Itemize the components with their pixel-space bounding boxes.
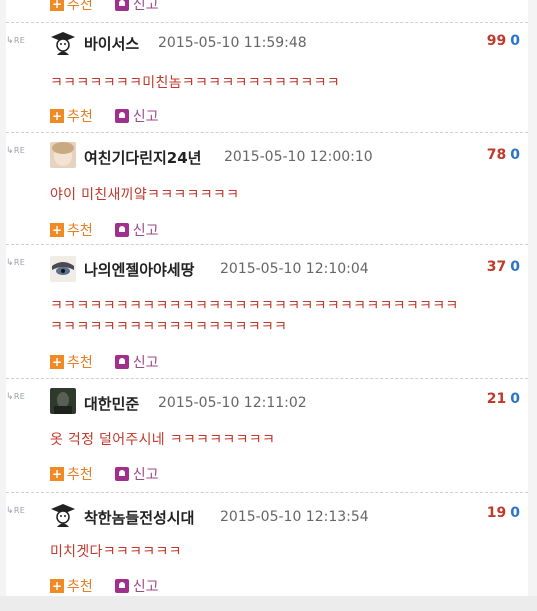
report-icon[interactable]	[114, 109, 129, 123]
recommend-button[interactable]: 추천	[67, 223, 93, 239]
dark-photo-avatar[interactable]	[50, 388, 76, 414]
downvote-count: 0	[510, 259, 520, 275]
recommend-button[interactable]: 추천	[67, 109, 93, 125]
comment-nickname[interactable]: 대한민준	[84, 393, 139, 414]
report-button[interactable]: 신고	[133, 579, 159, 595]
divider	[6, 132, 528, 133]
recommend-button[interactable]: 추천	[67, 579, 93, 595]
comment-actions: + 추천 신고	[50, 352, 159, 372]
report-icon[interactable]	[114, 579, 129, 593]
recommend-button[interactable]: 추천	[67, 355, 93, 371]
recommend-icon[interactable]: +	[50, 109, 64, 123]
comment-actions: + 추천 신고	[50, 576, 159, 596]
comment-nickname[interactable]: 착한놈들전성시대	[84, 507, 194, 528]
report-button[interactable]: 신고	[133, 109, 159, 125]
comment-date: 2015-05-10 12:00:10	[224, 149, 373, 165]
report-icon[interactable]	[114, 223, 129, 237]
vote-counts: 19 0	[487, 505, 520, 521]
reply-icon: ↳RE	[6, 392, 26, 402]
comment-actions: + 추천 신고	[50, 106, 159, 126]
comment-date: 2015-05-10 12:10:04	[220, 261, 369, 277]
report-button[interactable]: 신고	[133, 467, 159, 483]
comment-body: 미치겟다ㅋㅋㅋㅋㅋㅋ	[50, 542, 520, 563]
comment-body: ㅋㅋㅋㅋㅋㅋㅋ미친놈ㅋㅋㅋㅋㅋㅋㅋㅋㅋㅋㅋㅋ	[50, 73, 520, 94]
comment-item: ↳RE 여친기다린지24년 2015-05-10 12:00:10 78 0 야이…	[6, 134, 528, 242]
downvote-count: 0	[510, 391, 520, 407]
recommend-icon[interactable]: +	[50, 355, 64, 369]
comment-text-line: ㅋㅋㅋㅋㅋㅋㅋㅋㅋㅋㅋㅋㅋㅋㅋㅋㅋㅋ	[50, 319, 288, 335]
comment-text-line: 야이 미친새끼얔ㅋㅋㅋㅋㅋㅋㅋ	[50, 187, 240, 203]
comment-date: 2015-05-10 12:13:54	[220, 509, 369, 525]
recommend-icon[interactable]: +	[50, 223, 64, 237]
comment-date: 2015-05-10 12:11:02	[158, 395, 307, 411]
upvote-count: 78	[486, 147, 507, 163]
vote-counts: 99 0	[487, 33, 520, 49]
photo-avatar[interactable]	[50, 142, 76, 168]
scholar-cap-avatar[interactable]	[50, 502, 76, 528]
comment-body: ㅋㅋㅋㅋㅋㅋㅋㅋㅋㅋㅋㅋㅋㅋㅋㅋㅋㅋㅋㅋㅋㅋㅋㅋㅋㅋㅋㅋㅋㅋㅋ ㅋㅋㅋㅋㅋㅋㅋㅋ…	[50, 296, 520, 338]
comment-text-line: ㅋㅋㅋㅋㅋㅋㅋㅋㅋㅋㅋㅋㅋㅋㅋㅋㅋㅋㅋㅋㅋㅋㅋㅋㅋㅋㅋㅋㅋㅋㅋ	[50, 298, 459, 314]
report-button[interactable]: 신고	[133, 355, 159, 371]
reply-icon: ↳RE	[6, 146, 26, 156]
upvote-count: 21	[486, 391, 507, 407]
downvote-count: 0	[510, 505, 520, 521]
comment-item: ↳RE 착한놈들전성시대 2015-05-10 12:13:54 19 0 미치겟…	[6, 494, 528, 596]
downvote-count: 0	[510, 33, 520, 49]
comment-actions: + 추천 신고	[50, 464, 159, 484]
scholar-cap-avatar[interactable]	[50, 30, 76, 56]
comment-nickname[interactable]: 나의엔젤아야세땅	[84, 259, 194, 280]
comment-item: ↳RE 바이서스 2015-05-10 11:59:48 99 0 ㅋㅋㅋㅋㅋㅋㅋ…	[6, 24, 528, 132]
comment-actions-partial-top: + 추천 신고	[50, 0, 159, 14]
comment-item: ↳RE 나의엔젤아야세땅 2015-05-10 12:10:04 37 0 ㅋㅋㅋ…	[6, 246, 528, 376]
comment-text-line: ㅋㅋㅋㅋㅋㅋㅋ미친놈ㅋㅋㅋㅋㅋㅋㅋㅋㅋㅋㅋㅋ	[50, 75, 340, 91]
bottom-strip	[0, 596, 537, 611]
report-icon[interactable]	[114, 355, 129, 369]
recommend-icon[interactable]: +	[50, 467, 64, 481]
downvote-count: 0	[510, 147, 520, 163]
report-icon[interactable]	[114, 0, 129, 11]
anime-eye-avatar[interactable]	[50, 256, 76, 282]
recommend-button[interactable]: 추천	[67, 0, 93, 13]
reply-icon: ↳RE	[6, 36, 26, 46]
recommend-button[interactable]: 추천	[67, 467, 93, 483]
recommend-icon[interactable]: +	[50, 579, 64, 593]
comment-body: 야이 미친새끼얔ㅋㅋㅋㅋㅋㅋㅋ	[50, 185, 520, 206]
comment-text-line: 옷 걱정 덜어주시네 ㅋㅋㅋㅋㅋㅋㅋㅋ	[50, 432, 276, 448]
divider	[6, 492, 528, 493]
divider	[6, 378, 528, 379]
comment-nickname[interactable]: 바이서스	[84, 33, 139, 54]
comment-nickname[interactable]: 여친기다린지24년	[84, 147, 201, 168]
divider	[6, 22, 528, 23]
report-button[interactable]: 신고	[133, 223, 159, 239]
comment-actions: + 추천 신고	[50, 220, 159, 240]
vote-counts: 78 0	[487, 147, 520, 163]
comment-body: 옷 걱정 덜어주시네 ㅋㅋㅋㅋㅋㅋㅋㅋ	[50, 430, 520, 451]
vote-counts: 21 0	[487, 391, 520, 407]
reply-icon: ↳RE	[6, 258, 26, 268]
comment-list: + 추천 신고 ↳RE 바이서스 2015-05-10 11:59:48 99 0 ㅋ…	[6, 0, 528, 596]
divider	[6, 244, 528, 245]
comment-text-line: 미치겟다ㅋㅋㅋㅋㅋㅋ	[50, 544, 182, 560]
comment-item: ↳RE 대한민준 2015-05-10 12:11:02 21 0 옷 걱정 덜어…	[6, 380, 528, 490]
upvote-count: 37	[486, 259, 507, 275]
report-icon[interactable]	[114, 467, 129, 481]
report-button[interactable]: 신고	[133, 0, 159, 13]
recommend-icon[interactable]: +	[50, 0, 64, 11]
reply-icon: ↳RE	[6, 506, 26, 516]
vote-counts: 37 0	[487, 259, 520, 275]
comment-date: 2015-05-10 11:59:48	[158, 35, 307, 51]
upvote-count: 99	[486, 33, 507, 49]
upvote-count: 19	[486, 505, 507, 521]
